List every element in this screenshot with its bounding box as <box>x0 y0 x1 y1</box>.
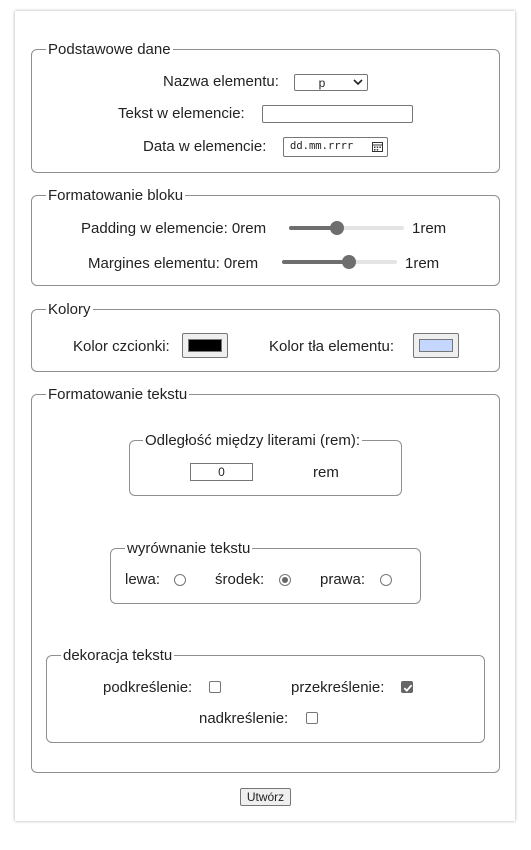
letter-spacing-input[interactable]: 0 <box>190 463 253 481</box>
element-name-label: Nazwa elementu: <box>163 73 279 90</box>
fieldset-letter-spacing: Odległość między literami (rem): <box>129 432 402 496</box>
fieldset-text-format-legend: Formatowanie tekstu <box>46 386 190 403</box>
padding-slider-thumb[interactable] <box>330 221 345 235</box>
overline-checkbox[interactable] <box>306 712 318 724</box>
padding-max-label: 1rem <box>412 220 447 237</box>
strike-label: przekreślenie: <box>291 679 385 696</box>
fieldset-letter-spacing-legend: Odległość między literami (rem): <box>143 432 363 449</box>
bg-color-swatch <box>419 339 453 352</box>
fieldset-text-decoration-legend: dekoracja tekstu <box>61 647 175 664</box>
fieldset-text-decoration: dekoracja tekstu <box>46 647 485 743</box>
padding-slider[interactable] <box>289 220 404 236</box>
fieldset-text-align-legend: wyrównanie tekstu <box>125 540 253 557</box>
margin-max-label: 1rem <box>405 255 440 272</box>
padding-label: Padding w elemencie: 0rem <box>81 220 267 237</box>
form-card: Podstawowe dane Nazwa elementu: p Tekst … <box>15 11 515 821</box>
element-date-placeholder: dd.mm.rrrr <box>290 140 354 152</box>
checkmark-icon <box>403 684 413 692</box>
align-left-label: lewa: <box>125 571 161 588</box>
fieldset-basic-legend: Podstawowe dane <box>46 41 173 58</box>
overline-label: nadkreślenie: <box>199 710 289 727</box>
margin-label: Margines elementu: 0rem <box>88 255 259 272</box>
font-color-swatch <box>188 339 222 352</box>
align-center-label: środek: <box>215 571 265 588</box>
element-name-select[interactable]: p <box>294 74 368 91</box>
align-right-label: prawa: <box>320 571 366 588</box>
submit-button[interactable]: Utwórz <box>240 788 291 806</box>
bg-color-picker[interactable] <box>413 333 459 358</box>
element-date-input[interactable]: dd.mm.rrrr <box>283 137 388 157</box>
element-text-input[interactable] <box>262 105 413 123</box>
strike-checkbox[interactable] <box>401 681 413 693</box>
underline-checkbox[interactable] <box>209 681 221 693</box>
font-color-label: Kolor czcionki: <box>73 338 170 355</box>
align-right-radio[interactable] <box>380 574 392 586</box>
calendar-icon[interactable] <box>372 141 383 152</box>
letter-spacing-unit: rem <box>313 464 339 481</box>
chevron-down-icon <box>353 79 363 86</box>
margin-slider[interactable] <box>282 254 397 270</box>
element-text-label: Tekst w elemencie: <box>118 105 245 122</box>
font-color-picker[interactable] <box>182 333 228 358</box>
element-date-label: Data w elemencie: <box>143 138 267 155</box>
align-left-radio[interactable] <box>174 574 186 586</box>
fieldset-block-legend: Formatowanie bloku <box>46 187 186 204</box>
bg-color-label: Kolor tła elementu: <box>269 338 395 355</box>
align-center-radio[interactable] <box>279 574 291 586</box>
underline-label: podkreślenie: <box>103 679 193 696</box>
letter-spacing-value: 0 <box>218 465 225 479</box>
margin-slider-fill <box>282 260 349 264</box>
element-name-value: p <box>318 76 326 90</box>
margin-slider-thumb[interactable] <box>341 255 356 269</box>
fieldset-colors-legend: Kolory <box>46 301 93 318</box>
